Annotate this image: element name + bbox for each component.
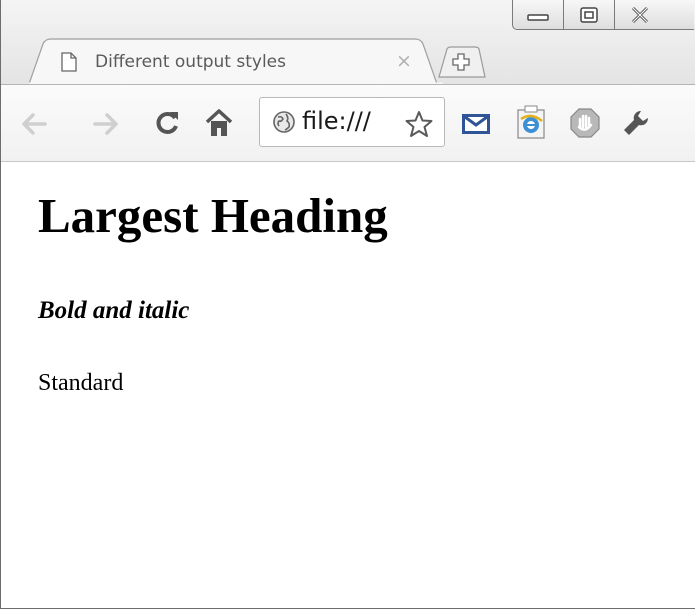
restore-button[interactable] [563,0,615,30]
toolbar: file:/// [1,84,695,162]
tab-close-icon[interactable]: × [395,52,413,71]
wrench-icon[interactable] [621,108,651,138]
close-button[interactable] [614,0,694,30]
tab-title: Different output styles [95,52,287,72]
minimize-button[interactable] [512,0,564,30]
adblock-icon[interactable] [569,107,601,139]
reload-icon[interactable] [154,109,180,137]
bold-italic-text: Bold and italic [38,297,190,324]
minimize-icon [527,13,549,21]
address-bar[interactable]: file:/// [259,97,445,147]
page-content: Largest Heading Bold and italic Standard [1,163,695,608]
browser-window: Different output styles × file:/// Large… [0,0,695,609]
page-icon [61,52,77,72]
restore-icon [580,6,598,23]
new-tab-button[interactable] [437,46,487,78]
tab-active[interactable]: Different output styles × [29,38,443,84]
page-heading: Largest Heading [38,188,388,243]
window-controls [512,0,694,30]
home-icon[interactable] [205,108,233,138]
forward-arrow-icon[interactable] [93,112,119,136]
mail-icon[interactable] [461,113,491,135]
standard-text: Standard [38,370,124,396]
window-frame: Different output styles × [1,0,695,84]
globe-icon [273,111,295,133]
close-icon [631,6,648,23]
star-icon[interactable] [404,110,434,138]
ie-tab-icon[interactable] [516,105,546,139]
address-text[interactable]: file:/// [302,107,371,135]
back-arrow-icon[interactable] [21,112,47,136]
